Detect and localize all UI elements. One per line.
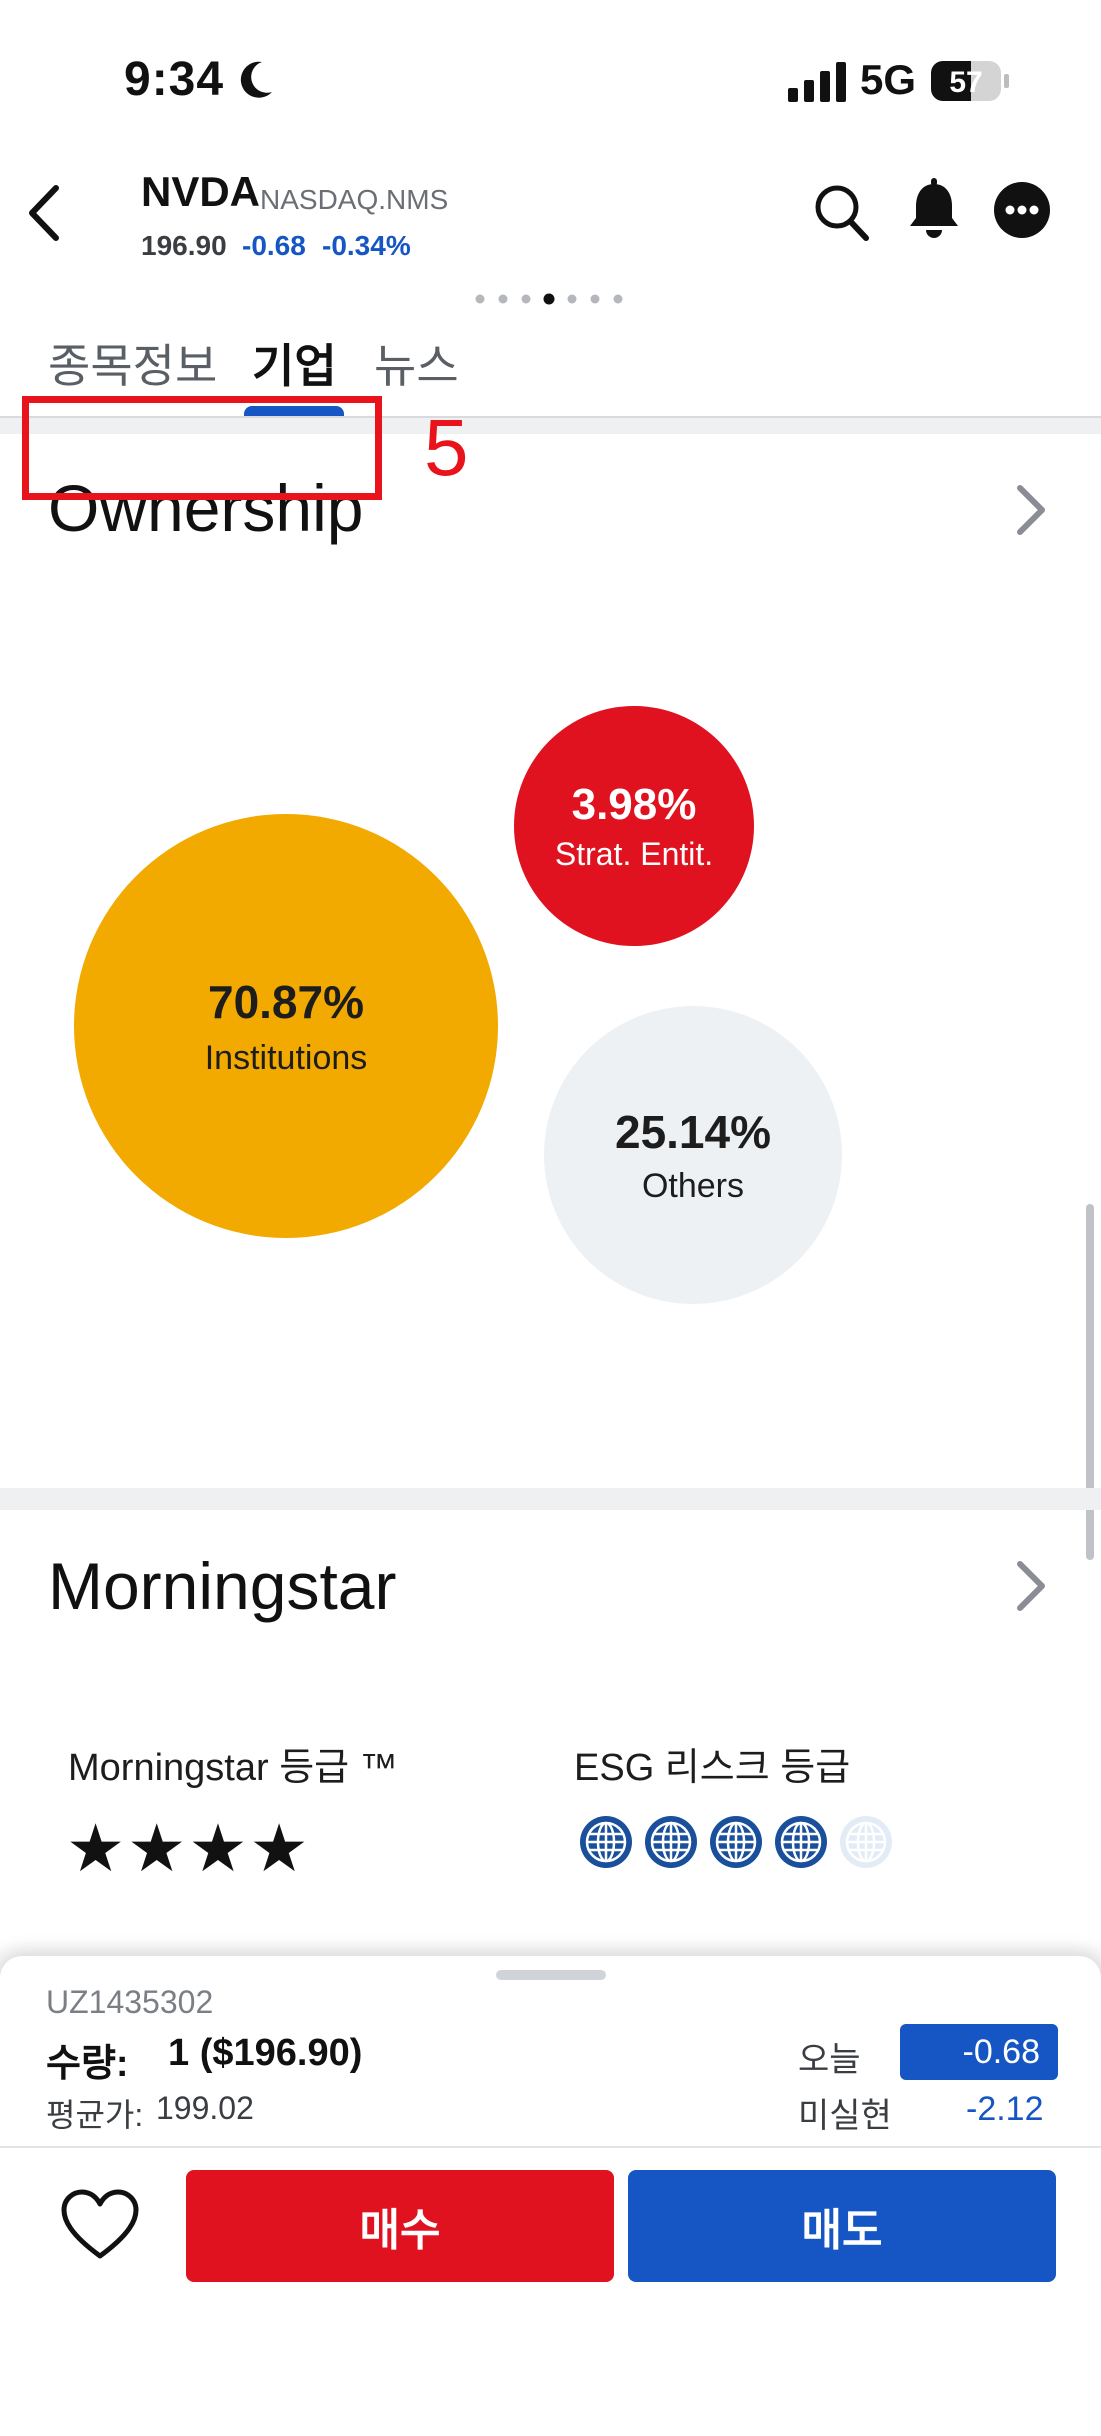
back-chevron-icon[interactable] bbox=[20, 180, 70, 246]
annotation-number: 5 bbox=[424, 403, 469, 492]
today-label: 오늘 bbox=[798, 2041, 861, 2079]
page-dot-active bbox=[543, 293, 555, 305]
page-dot bbox=[613, 294, 623, 304]
star-icon: ★ bbox=[188, 1811, 250, 1885]
heart-icon[interactable] bbox=[60, 2188, 140, 2264]
unrealized-label: 미실현 bbox=[798, 2097, 892, 2135]
morningstar-title[interactable]: Morningstar bbox=[48, 1548, 396, 1624]
sheet-drag-handle[interactable] bbox=[496, 1970, 606, 1980]
account-number: UZ1435302 bbox=[46, 1984, 214, 2020]
today-change-badge: -0.68 bbox=[900, 2024, 1058, 2080]
sheet-divider bbox=[0, 2146, 1101, 2148]
page-dot bbox=[567, 294, 577, 304]
star-icon: ★ bbox=[249, 1811, 311, 1885]
page-dot bbox=[498, 294, 508, 304]
battery-icon: 57 bbox=[931, 61, 1009, 101]
esg-globes bbox=[580, 1816, 892, 1868]
institutions-value: 70.87% bbox=[207, 975, 364, 1028]
globe-icon-filled bbox=[775, 1816, 827, 1868]
esg-risk-label: ESG 리스크 등급 bbox=[574, 1747, 851, 1789]
institutions-label: Institutions bbox=[204, 1038, 368, 1077]
signal-icon bbox=[788, 62, 846, 102]
annotation-box bbox=[22, 396, 382, 500]
globe-icon-filled bbox=[645, 1816, 697, 1868]
others-value: 25.14% bbox=[614, 1105, 771, 1158]
page-dot bbox=[475, 294, 485, 304]
strategic-value: 3.98% bbox=[571, 779, 697, 829]
status-time: 9:34 bbox=[124, 53, 225, 106]
network-type: 5G bbox=[860, 56, 917, 103]
buy-button[interactable]: 매수 bbox=[186, 2170, 614, 2282]
tab-stock-info[interactable]: 종목정보 bbox=[48, 330, 217, 396]
last-price: 196.90 bbox=[141, 230, 227, 261]
bubble-institutions: 70.87% Institutions bbox=[74, 814, 498, 1238]
others-label: Others bbox=[641, 1166, 745, 1205]
tab-news[interactable]: 뉴스 bbox=[374, 330, 459, 396]
price-change: -0.68 bbox=[242, 230, 306, 261]
moon-icon bbox=[240, 61, 272, 98]
page-dot bbox=[521, 294, 531, 304]
price-change-pct: -0.34% bbox=[322, 230, 411, 261]
search-icon[interactable] bbox=[812, 180, 872, 244]
morningstar-rating-label: Morningstar 등급 ™ bbox=[68, 1747, 398, 1789]
quantity-label: 수량: bbox=[46, 2043, 129, 2085]
bubble-others: 25.14% Others bbox=[544, 1006, 842, 1304]
strategic-label: Strat. Entit. bbox=[554, 835, 714, 872]
globe-icon-filled bbox=[580, 1816, 632, 1868]
star-icon: ★ bbox=[127, 1811, 189, 1885]
bell-icon[interactable] bbox=[904, 178, 964, 242]
average-price-value: 199.02 bbox=[156, 2090, 254, 2126]
quantity-value: 1 ($196.90) bbox=[168, 2032, 363, 2074]
page-dot bbox=[590, 294, 600, 304]
section-divider bbox=[0, 1488, 1101, 1510]
sell-button[interactable]: 매도 bbox=[628, 2170, 1056, 2282]
morningstar-stars: ★★★★ bbox=[66, 1810, 311, 1887]
ownership-chevron-right-icon[interactable] bbox=[1010, 480, 1050, 540]
unrealized-value: -2.12 bbox=[966, 2090, 1044, 2128]
exchange-label: NASDAQ.NMS bbox=[260, 184, 449, 215]
morningstar-chevron-right-icon[interactable] bbox=[1010, 1556, 1050, 1616]
tab-company[interactable]: 기업 bbox=[252, 330, 337, 396]
more-options-icon[interactable] bbox=[992, 180, 1052, 240]
bubble-strategic-entities: 3.98% Strat. Entit. bbox=[514, 706, 754, 946]
page-indicator-dots bbox=[475, 293, 623, 305]
globe-icon-empty bbox=[840, 1816, 892, 1868]
star-icon: ★ bbox=[66, 1811, 128, 1885]
battery-level: 57 bbox=[949, 66, 982, 99]
ticker-symbol: NVDA bbox=[141, 168, 261, 215]
average-price-label: 평균가: bbox=[46, 2097, 144, 2133]
globe-icon-filled bbox=[710, 1816, 762, 1868]
